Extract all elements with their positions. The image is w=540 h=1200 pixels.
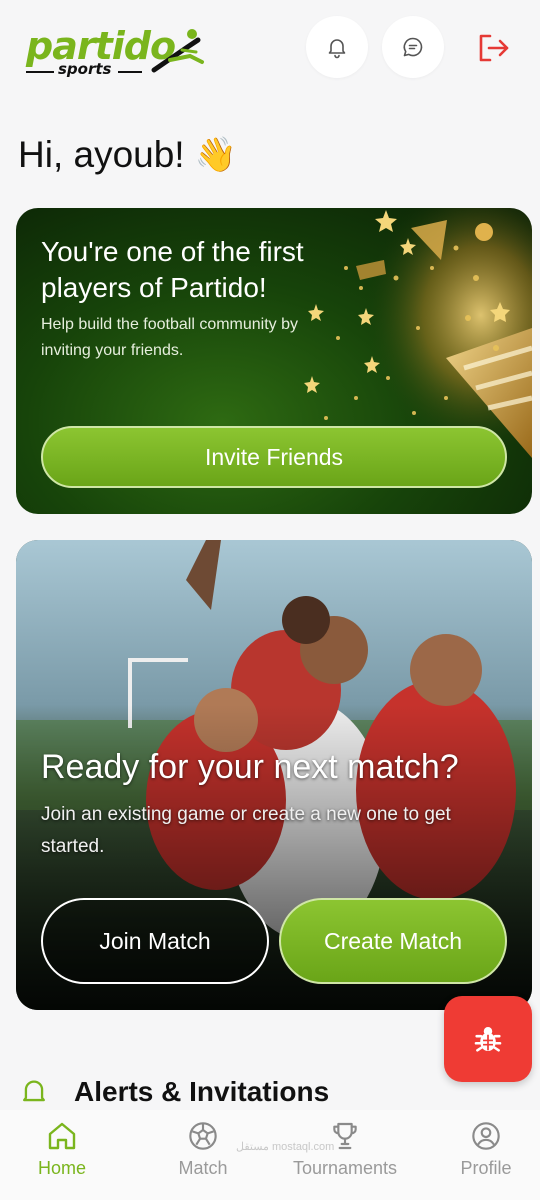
bell-icon (328, 39, 346, 59)
home-icon (48, 1122, 76, 1150)
waving-hand-emoji: 👋 (194, 136, 237, 174)
nav-profile[interactable]: Profile (426, 1120, 540, 1192)
partido-logo[interactable]: partido sports (26, 24, 206, 82)
create-match-button[interactable]: Create Match (279, 898, 507, 984)
nav-home-label: Home (37, 1158, 86, 1178)
nav-match-label: Match (178, 1158, 228, 1178)
alerts-title: Alerts & Invitations (74, 1076, 330, 1107)
soccer-ball-icon (189, 1122, 217, 1150)
next-match-card: Ready for your next match? Join an exist… (16, 540, 532, 1010)
logout-button[interactable] (474, 30, 512, 66)
bell-icon (23, 1080, 45, 1102)
user-icon (472, 1122, 500, 1150)
nav-match[interactable]: Match (143, 1120, 263, 1192)
invite-friends-button[interactable]: Invite Friends (41, 426, 507, 488)
kicker-icon (151, 29, 204, 73)
nav-tournaments[interactable]: Tournaments (285, 1120, 405, 1192)
invite-promo-card: You're one of the first players of Parti… (16, 208, 532, 514)
watermark: مستقل mostaql.com (236, 1141, 335, 1153)
logo-rule-left (26, 71, 54, 73)
match-card-subtitle: Join an existing game or create a new on… (41, 804, 451, 857)
notifications-button[interactable] (306, 16, 368, 78)
match-card-title: Ready for your next match? (41, 748, 459, 786)
messages-button[interactable] (382, 16, 444, 78)
promo-subtitle: Help build the football community by inv… (41, 316, 299, 359)
greeting-text: Hi, ayoub! (18, 134, 185, 175)
nav-tournaments-label: Tournaments (292, 1158, 398, 1178)
greeting: Hi, ayoub! 👋 (18, 134, 237, 176)
logo-rule-right (118, 71, 142, 73)
promo-title: You're one of the first players of Parti… (41, 236, 304, 303)
nav-profile-label: Profile (460, 1158, 512, 1178)
bottom-navigation: Home Match Tournaments Profile (0, 1110, 540, 1200)
logout-icon (479, 34, 509, 62)
alerts-section-header: Alerts & Invitations (20, 1076, 329, 1108)
join-match-button[interactable]: Join Match (41, 898, 269, 984)
logo-subtitle: sports (58, 60, 112, 78)
app-header: partido sports (0, 0, 540, 95)
bug-icon (474, 1026, 502, 1052)
chat-icon (403, 37, 423, 57)
nav-home[interactable]: Home (2, 1120, 122, 1192)
report-bug-button[interactable] (444, 996, 532, 1082)
